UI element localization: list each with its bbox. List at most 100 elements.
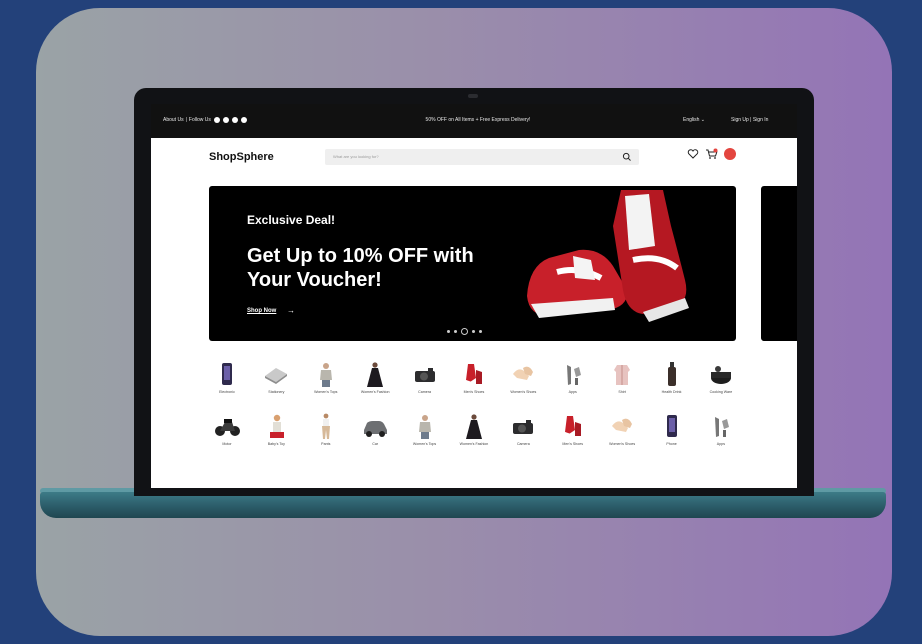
apps-icon: [707, 412, 735, 440]
sneaker-icon: [559, 412, 587, 440]
about-us-link[interactable]: About Us: [163, 117, 184, 123]
heart-icon[interactable]: [687, 148, 699, 160]
shop-now-link[interactable]: Shop Now: [247, 308, 276, 314]
twitter-icon[interactable]: [231, 117, 238, 123]
hero-banner[interactable]: Exclusive Deal! Get Up to 10% OFF with Y…: [209, 186, 736, 341]
category-item[interactable]: Camera: [407, 360, 443, 395]
phone-icon: [213, 360, 241, 388]
search-icon[interactable]: [622, 152, 632, 162]
pot-icon: [707, 360, 735, 388]
carousel-dot[interactable]: [454, 330, 457, 333]
youtube-icon[interactable]: [240, 117, 247, 123]
carousel-dot[interactable]: [479, 330, 482, 333]
dress-icon: [361, 360, 389, 388]
heels-icon: [509, 360, 537, 388]
top-icon: [312, 360, 340, 388]
carousel-dot-active[interactable]: [461, 328, 468, 335]
follow-us-label: Follow Us: [188, 117, 211, 123]
phone-icon: [658, 412, 686, 440]
apps-icon: [559, 360, 587, 388]
category-item[interactable]: Women's Shoes: [505, 360, 541, 395]
instagram-icon[interactable]: [222, 117, 229, 123]
category-item[interactable]: Men's Shoes: [555, 412, 591, 447]
facebook-icon[interactable]: [213, 117, 220, 123]
category-item[interactable]: Stationery: [258, 360, 294, 395]
category-label: Apps: [716, 442, 725, 446]
shirt-icon: [608, 360, 636, 388]
category-item[interactable]: Shirt: [604, 360, 640, 395]
category-label: Women's Tops: [314, 390, 338, 394]
camera-icon: [509, 412, 537, 440]
category-item[interactable]: Car: [357, 412, 393, 447]
pants-icon: [312, 412, 340, 440]
language-label: English: [683, 117, 700, 123]
category-label: Camera: [516, 442, 530, 446]
dress-icon: [460, 412, 488, 440]
category-item[interactable]: Women's Shoes: [604, 412, 640, 447]
camera-icon: [468, 94, 478, 98]
category-item[interactable]: Phone: [654, 412, 690, 447]
category-item[interactable]: Apps: [703, 412, 739, 447]
category-item[interactable]: Motor: [209, 412, 245, 447]
category-label: Stationery: [268, 390, 285, 394]
category-row-1: Electronic Stationery Women's Tops Women's …: [209, 360, 739, 395]
category-item[interactable]: Pants: [308, 412, 344, 447]
car-icon: [361, 412, 389, 440]
category-label: Women's Shoes: [609, 442, 636, 446]
divider: |: [185, 117, 187, 123]
header-icons: [687, 148, 736, 160]
language-select[interactable]: English ⌄: [683, 117, 705, 123]
main-header: ShopSphere What are you looking for?: [151, 138, 797, 180]
carousel-dot[interactable]: [447, 330, 450, 333]
heels-icon: [608, 412, 636, 440]
top-bar: About Us | Follow Us 50% OFF on All Item…: [151, 104, 797, 138]
top-bar-left: About Us | Follow Us: [163, 117, 247, 123]
search-bar[interactable]: What are you looking for?: [325, 149, 639, 165]
category-item[interactable]: Women's Tops: [308, 360, 344, 395]
category-item[interactable]: Women's Fashion: [456, 412, 492, 447]
motorbike-icon: [213, 412, 241, 440]
category-label: Men's Shoes: [463, 390, 485, 394]
category-label: Women's Shoes: [510, 390, 537, 394]
camera-icon: [411, 360, 439, 388]
category-item[interactable]: Cooking Ware: [703, 360, 739, 395]
category-label: Men's Shoes: [562, 442, 584, 446]
top-icon: [411, 412, 439, 440]
category-label: Women's Tops: [412, 442, 437, 446]
promo-text: 50% OFF on All Items + Free Express Deli…: [425, 117, 531, 123]
next-banner-peek[interactable]: [761, 186, 797, 341]
category-item[interactable]: Men's Shoes: [456, 360, 492, 395]
category-label: Motor: [222, 442, 232, 446]
category-label: Shirt: [618, 390, 626, 394]
category-item[interactable]: Electronic: [209, 360, 245, 395]
category-label: Phone: [666, 442, 677, 446]
category-label: Women's Fashion: [360, 390, 390, 394]
arrow-right-icon[interactable]: →: [287, 306, 295, 315]
category-label: Pants: [321, 442, 331, 446]
cart-icon[interactable]: [705, 148, 718, 160]
category-item[interactable]: Women's Tops: [407, 412, 443, 447]
category-item[interactable]: Health Drink: [654, 360, 690, 395]
category-item[interactable]: Camera: [505, 412, 541, 447]
chevron-down-icon: ⌄: [700, 117, 705, 123]
carousel-dot[interactable]: [472, 330, 475, 333]
toy-icon: [262, 412, 290, 440]
category-label: Baby's Toy: [267, 442, 285, 446]
sneaker-icon: [460, 360, 488, 388]
avatar[interactable]: [724, 148, 736, 160]
auth-links[interactable]: Sign Up | Sign In: [731, 117, 768, 123]
carousel-dots: [447, 328, 482, 335]
bottle-icon: [658, 360, 686, 388]
category-item[interactable]: Baby's Toy: [258, 412, 294, 447]
category-label: Apps: [568, 390, 577, 394]
logo[interactable]: ShopSphere: [209, 151, 274, 163]
website-screen: About Us | Follow Us 50% OFF on All Item…: [151, 104, 797, 488]
category-label: Camera: [418, 390, 431, 394]
book-icon: [262, 360, 290, 388]
search-input[interactable]: What are you looking for?: [333, 154, 379, 159]
banner-eyebrow: Exclusive Deal!: [247, 213, 336, 227]
category-item[interactable]: Women's Fashion: [357, 360, 393, 395]
category-label: Car: [372, 442, 379, 446]
category-row-2: Motor Baby's Toy Pants Car Women's Tops Women…: [209, 412, 739, 447]
category-item[interactable]: Apps: [555, 360, 591, 395]
